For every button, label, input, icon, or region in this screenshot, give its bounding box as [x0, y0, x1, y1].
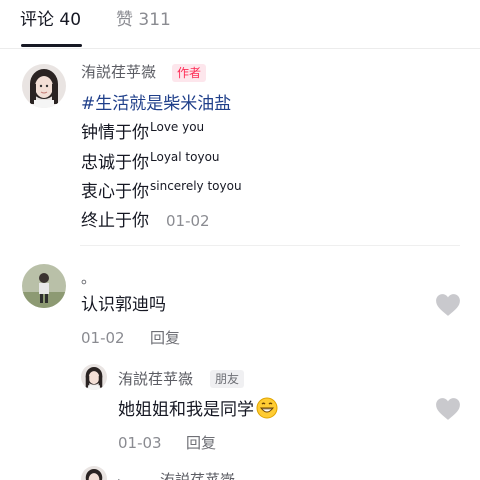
comment-divider: [80, 245, 460, 246]
comment-text-line: 忠诚于你Loyal toyou: [81, 150, 220, 176]
comment-text-line: 钟情于你Love you: [81, 120, 205, 146]
reply-text-line: 她姐姐和我是同学: [118, 397, 278, 422]
comment-tabs: 评论 40 赞 311: [0, 0, 480, 48]
tab-likes[interactable]: 赞 311: [116, 8, 171, 32]
comment-date: 01-02: [81, 329, 125, 347]
reply-text: 她姐姐和我是同学: [118, 400, 254, 420]
hashtag-link[interactable]: #生活就是柴米油盐: [81, 92, 231, 116]
comment-text-superscript: Loyal toyou: [150, 150, 220, 164]
comment-date: 01-02: [166, 212, 210, 230]
comment-text-superscript: sincerely toyou: [150, 179, 242, 193]
reply-username[interactable]: 洧説荏苸嶶: [160, 470, 235, 480]
comment-username[interactable]: 洧説荏苸嶶: [81, 62, 156, 82]
comment-text-line: 衷心于你sincerely toyou: [81, 179, 242, 205]
avatar[interactable]: [22, 64, 66, 108]
comment-text-main: 终止于你: [81, 211, 149, 231]
reply-arrow-icon: ▸: [118, 474, 124, 480]
avatar[interactable]: [22, 264, 66, 308]
like-heart-icon[interactable]: [435, 397, 461, 421]
active-tab-indicator: [21, 44, 82, 47]
friend-badge: 朋友: [210, 370, 245, 388]
comment-text-superscript: Love you: [150, 120, 205, 134]
reply-username[interactable]: 洧説荏苸嶶: [118, 369, 193, 389]
reply-button[interactable]: 回复: [186, 433, 216, 453]
grinning-face-icon: [256, 397, 278, 419]
like-heart-icon[interactable]: [435, 293, 461, 317]
comment-text: 认识郭迪吗: [81, 295, 166, 315]
avatar[interactable]: [81, 364, 107, 390]
comment-text-line: 终止于你: [81, 209, 149, 233]
comment-text-main: 钟情于你: [81, 123, 149, 143]
author-badge: 作者: [172, 64, 207, 82]
tab-comments[interactable]: 评论 40: [20, 8, 81, 32]
comment-text-main: 衷心于你: [81, 182, 149, 202]
comment-text-main: 忠诚于你: [81, 153, 149, 173]
tabs-divider: [0, 48, 480, 49]
reply-date: 01-03: [118, 434, 162, 452]
reply-button[interactable]: 回复: [150, 328, 180, 348]
comment-username[interactable]: 。: [81, 268, 96, 288]
avatar[interactable]: [81, 466, 107, 480]
